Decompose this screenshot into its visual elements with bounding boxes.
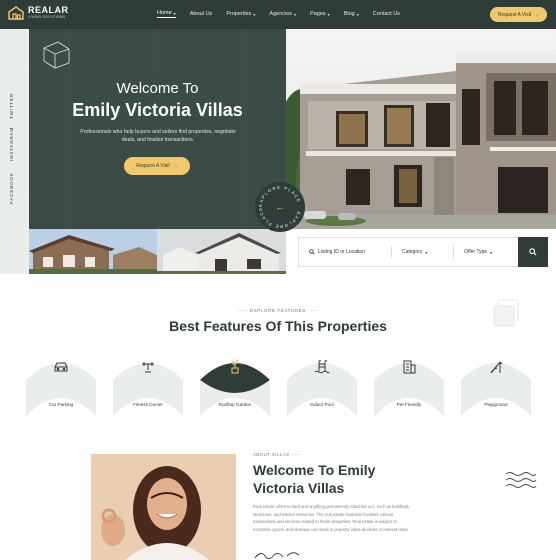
thumbnail-photos (29, 229, 286, 274)
chevron-down-icon: ▾ (425, 249, 428, 255)
hero-description: Professionals who help buyers and seller… (80, 129, 236, 143)
about-eyebrow-text: ABOUT VILLAS (253, 452, 290, 457)
villa-photo (286, 29, 556, 229)
nav-pages[interactable]: Pages ▾ (310, 10, 330, 18)
offer-type-select[interactable]: Offer Type ▾ (454, 238, 518, 266)
category-select[interactable]: Category ▾ (392, 238, 453, 266)
location-placeholder: Listing ID or Location (318, 249, 365, 255)
arrow-left-icon: ← (276, 202, 285, 212)
nav-pages-label: Pages (310, 11, 326, 17)
arrow-right-icon: → (534, 11, 540, 18)
social-facebook-link[interactable]: FACEBOOK (9, 172, 14, 204)
feature-rooftop-garden[interactable]: Rooftop Garden (200, 350, 270, 416)
property-search-bar: Listing ID or Location Category ▾ Offer … (298, 237, 548, 267)
feature-pet-friendly[interactable]: Pet Friendly (374, 350, 444, 416)
nav-agencies-label: Agencies (269, 11, 293, 17)
arrow-right-icon: → (172, 163, 178, 169)
feature-indoor-pool[interactable]: Indoor Pool (287, 350, 357, 416)
category-label: Category (402, 249, 423, 255)
feature-label: Pet Friendly (396, 402, 422, 407)
nav-contact-label: Contact Us (372, 11, 400, 17)
hero-title-line2: Emily Victoria Villas (72, 100, 243, 120)
about-title-line1: Welcome To Emily (253, 462, 376, 478)
brand-tagline: LIVING SOLUTIONS (28, 15, 66, 20)
nav-about-label: About Us (189, 11, 213, 17)
search-submit-button[interactable] (518, 237, 548, 267)
eyebrow-line-right: —— (291, 452, 301, 457)
brand-name: REALAR (28, 5, 69, 16)
features-eyebrow-text: EXPLORE FEATURES (250, 308, 306, 313)
nav-contact-us[interactable]: Contact Us (373, 10, 400, 18)
nav-properties[interactable]: Properties ▾ (226, 10, 255, 18)
dumbbell-icon (142, 362, 154, 373)
ghost-decoration-icon (493, 299, 519, 327)
pool-icon (314, 360, 330, 374)
chevron-down-icon: ▾ (294, 11, 297, 17)
about-body: Real estate refers to land and anything … (253, 504, 410, 532)
nav-home-label: Home (157, 10, 172, 16)
about-eyebrow: ABOUT VILLAS —— (253, 452, 301, 457)
offer-type-label: Offer Type (464, 249, 488, 255)
chevron-down-icon: ▾ (253, 11, 256, 17)
explore-place-badge[interactable]: EXPLORE PLACE · EXPLORE PLACE · ← (254, 181, 306, 233)
request-visit-label: Request A Visit (497, 11, 532, 18)
hero-title-line1: Welcome To (116, 80, 199, 97)
waves-decoration-icon (505, 472, 537, 488)
nav-about-us[interactable]: About Us (190, 10, 213, 18)
feature-car-parking[interactable]: Car Parking (26, 350, 96, 416)
location-field[interactable]: Listing ID or Location (299, 238, 391, 266)
plant-icon (231, 359, 239, 374)
feature-label: Playground (484, 402, 508, 407)
feature-label: Indoor Pool (310, 402, 334, 407)
chevron-down-icon: ▾ (327, 11, 330, 17)
nav-blog-label: Blog (343, 11, 355, 17)
site-header: REALAR LIVING SOLUTIONS Home ▾ About Us P… (0, 0, 556, 29)
social-twitter-link[interactable]: TWITTER (9, 93, 14, 119)
about-title-line2: Victoria Villas (253, 480, 345, 496)
cube-icon (43, 41, 70, 69)
search-icon (529, 248, 537, 256)
nav-agencies[interactable]: Agencies ▾ (269, 10, 296, 18)
signature-image (254, 552, 300, 559)
house-logo-icon (8, 6, 24, 20)
nav-blog[interactable]: Blog ▾ (344, 10, 359, 18)
social-instagram-link[interactable]: INSTAGRAM (9, 127, 14, 161)
hero-request-visit-button[interactable]: Request A Visit → (124, 157, 190, 175)
slide-icon (490, 361, 503, 374)
eyebrow-line-left: —— (238, 308, 251, 313)
feature-fitness-center[interactable]: Fitness Center (113, 350, 183, 416)
smiling-woman-photo (91, 454, 236, 560)
features-title: Best Features Of This Properties (169, 318, 387, 334)
eyebrow-line-right: —— (305, 308, 318, 313)
hero-request-visit-label: Request A Visit (136, 163, 170, 169)
car-icon (54, 362, 68, 372)
request-visit-button[interactable]: Request A Visit → (490, 7, 547, 22)
chevron-down-icon: ▾ (173, 10, 176, 16)
feature-label: Rooftop Garden (218, 402, 252, 407)
chevron-down-icon: ▾ (490, 249, 493, 255)
feature-label: Car Parking (48, 402, 74, 407)
features-eyebrow: —— EXPLORE FEATURES —— (0, 308, 556, 313)
feature-playground[interactable]: Playground (461, 350, 531, 416)
nav-home[interactable]: Home ▾ (157, 10, 176, 18)
chevron-down-icon: ▾ (356, 11, 359, 17)
building-icon (403, 360, 416, 374)
feature-label: Fitness Center (133, 402, 163, 407)
brand-logo[interactable]: REALAR LIVING SOLUTIONS (8, 6, 69, 20)
social-sidebar: TWITTER INSTAGRAM FACEBOOK (0, 29, 29, 274)
main-nav: Home ▾ About Us Properties ▾ Agencies ▾ Pag… (157, 10, 414, 18)
search-icon (309, 249, 315, 255)
nav-properties-label: Properties (226, 11, 252, 17)
